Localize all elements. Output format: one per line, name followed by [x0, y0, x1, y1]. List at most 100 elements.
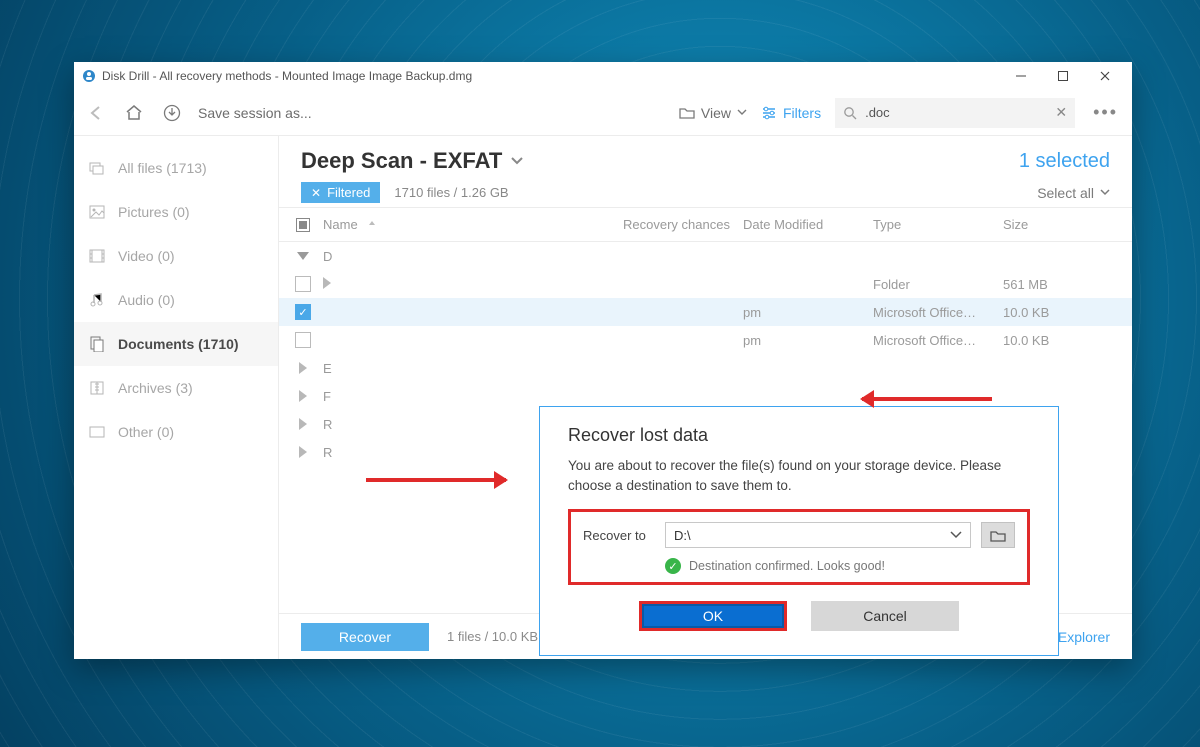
expand-icon[interactable]	[323, 277, 331, 289]
column-recovery[interactable]: Recovery chances	[623, 217, 743, 232]
filters-button[interactable]: Filters	[761, 105, 821, 121]
row-checkbox[interactable]	[295, 332, 311, 348]
filter-chip[interactable]: ✕ Filtered	[301, 182, 380, 203]
search-box[interactable]: ✕	[835, 98, 1075, 128]
search-icon	[843, 106, 857, 120]
view-label: View	[701, 105, 731, 121]
sidebar: All files (1713) Pictures (0) Video (0) …	[74, 136, 279, 659]
destination-value: D:\	[674, 528, 691, 543]
row-size: 10.0 KB	[1003, 305, 1103, 320]
video-icon	[88, 249, 106, 263]
recover-to-label: Recover to	[583, 528, 655, 543]
clear-search-button[interactable]: ✕	[1055, 104, 1067, 121]
column-size[interactable]: Size	[1003, 217, 1103, 232]
sidebar-item-label: Video (0)	[118, 248, 175, 264]
column-type[interactable]: Type	[873, 217, 1003, 232]
app-window: Disk Drill - All recovery methods - Moun…	[74, 62, 1132, 659]
close-button[interactable]	[1084, 63, 1126, 89]
main-panel: Deep Scan - EXFAT 1 selected ✕ Filtered …	[279, 136, 1132, 659]
expand-icon[interactable]	[299, 390, 307, 402]
recover-button[interactable]: Recover	[301, 623, 429, 651]
table-row[interactable]: E	[279, 354, 1132, 382]
save-session-button[interactable]: Save session as...	[198, 105, 312, 121]
row-type: Microsoft Office…	[873, 333, 1003, 348]
folder-icon	[679, 106, 695, 120]
chevron-down-icon	[737, 109, 747, 116]
toolbar: Save session as... View Filters ✕ •••	[74, 90, 1132, 136]
search-input[interactable]	[865, 105, 1047, 120]
destination-block: Recover to D:\ ✓ Destination confirm	[568, 509, 1030, 585]
column-date[interactable]: Date Modified	[743, 217, 873, 232]
selected-count: 1 selected	[1019, 150, 1110, 173]
sidebar-item-archives[interactable]: Archives (3)	[74, 366, 278, 410]
window-title: Disk Drill - All recovery methods - Moun…	[102, 69, 1000, 83]
row-name: F	[323, 389, 331, 404]
row-name: R	[323, 417, 332, 432]
documents-icon	[88, 336, 106, 352]
other-icon	[88, 425, 106, 439]
collapse-icon[interactable]	[297, 252, 309, 260]
sliders-icon	[761, 106, 777, 120]
row-checkbox[interactable]	[295, 276, 311, 292]
table-row[interactable]: pm Microsoft Office… 10.0 KB	[279, 326, 1132, 354]
check-circle-icon: ✓	[665, 558, 681, 574]
archives-icon	[88, 380, 106, 396]
row-name: R	[323, 445, 332, 460]
row-type: Microsoft Office…	[873, 305, 1003, 320]
sidebar-item-documents[interactable]: Documents (1710)	[74, 322, 278, 366]
dialog-title: Recover lost data	[568, 425, 1030, 446]
titlebar: Disk Drill - All recovery methods - Moun…	[74, 62, 1132, 90]
destination-combo[interactable]: D:\	[665, 522, 971, 548]
table-row[interactable]: ✓ pm Microsoft Office… 10.0 KB	[279, 298, 1132, 326]
sidebar-item-label: Audio (0)	[118, 292, 175, 308]
sidebar-item-all-files[interactable]: All files (1713)	[74, 146, 278, 190]
filters-label: Filters	[783, 105, 821, 121]
select-all-checkbox[interactable]	[296, 218, 310, 232]
sidebar-item-label: Other (0)	[118, 424, 174, 440]
row-size: 561 MB	[1003, 277, 1103, 292]
row-size: 10.0 KB	[1003, 333, 1103, 348]
table-row[interactable]: D	[279, 242, 1132, 270]
results-table: Name Recovery chances Date Modified Type…	[279, 207, 1132, 613]
close-icon: ✕	[311, 186, 321, 200]
ok-button[interactable]: OK	[639, 601, 787, 631]
maximize-button[interactable]	[1042, 63, 1084, 89]
browse-button[interactable]	[981, 522, 1015, 548]
select-all-dropdown[interactable]: Select all	[1037, 185, 1110, 201]
minimize-button[interactable]	[1000, 63, 1042, 89]
sidebar-item-video[interactable]: Video (0)	[74, 234, 278, 278]
main-header: Deep Scan - EXFAT 1 selected ✕ Filtered …	[279, 136, 1132, 207]
sidebar-item-label: All files (1713)	[118, 160, 207, 176]
cancel-button[interactable]: Cancel	[811, 601, 959, 631]
sidebar-item-pictures[interactable]: Pictures (0)	[74, 190, 278, 234]
app-icon	[82, 69, 96, 83]
row-type: Folder	[873, 277, 1003, 292]
expand-icon[interactable]	[299, 362, 307, 374]
sidebar-item-label: Archives (3)	[118, 380, 193, 396]
file-summary: 1710 files / 1.26 GB	[394, 185, 508, 200]
chevron-down-icon	[1100, 189, 1110, 196]
folder-icon	[990, 529, 1006, 542]
table-header: Name Recovery chances Date Modified Type…	[279, 208, 1132, 242]
annotation-arrow	[862, 397, 992, 401]
audio-icon	[88, 292, 106, 308]
scan-title-dropdown[interactable]: Deep Scan - EXFAT	[301, 148, 524, 174]
back-button[interactable]	[84, 101, 108, 125]
sidebar-item-audio[interactable]: Audio (0)	[74, 278, 278, 322]
expand-icon[interactable]	[299, 446, 307, 458]
row-checkbox[interactable]: ✓	[295, 304, 311, 320]
column-name[interactable]: Name	[323, 217, 358, 232]
row-date: pm	[743, 333, 873, 348]
pictures-icon	[88, 205, 106, 219]
dialog-body: You are about to recover the file(s) fou…	[568, 456, 1030, 495]
download-icon[interactable]	[160, 101, 184, 125]
row-name: D	[323, 249, 332, 264]
view-toggle[interactable]: View	[679, 105, 747, 121]
annotation-arrow	[366, 478, 506, 482]
sidebar-item-other[interactable]: Other (0)	[74, 410, 278, 454]
confirm-text: Destination confirmed. Looks good!	[689, 559, 885, 573]
home-button[interactable]	[122, 101, 146, 125]
table-row[interactable]: Folder 561 MB	[279, 270, 1132, 298]
expand-icon[interactable]	[299, 418, 307, 430]
more-button[interactable]: •••	[1089, 102, 1122, 123]
